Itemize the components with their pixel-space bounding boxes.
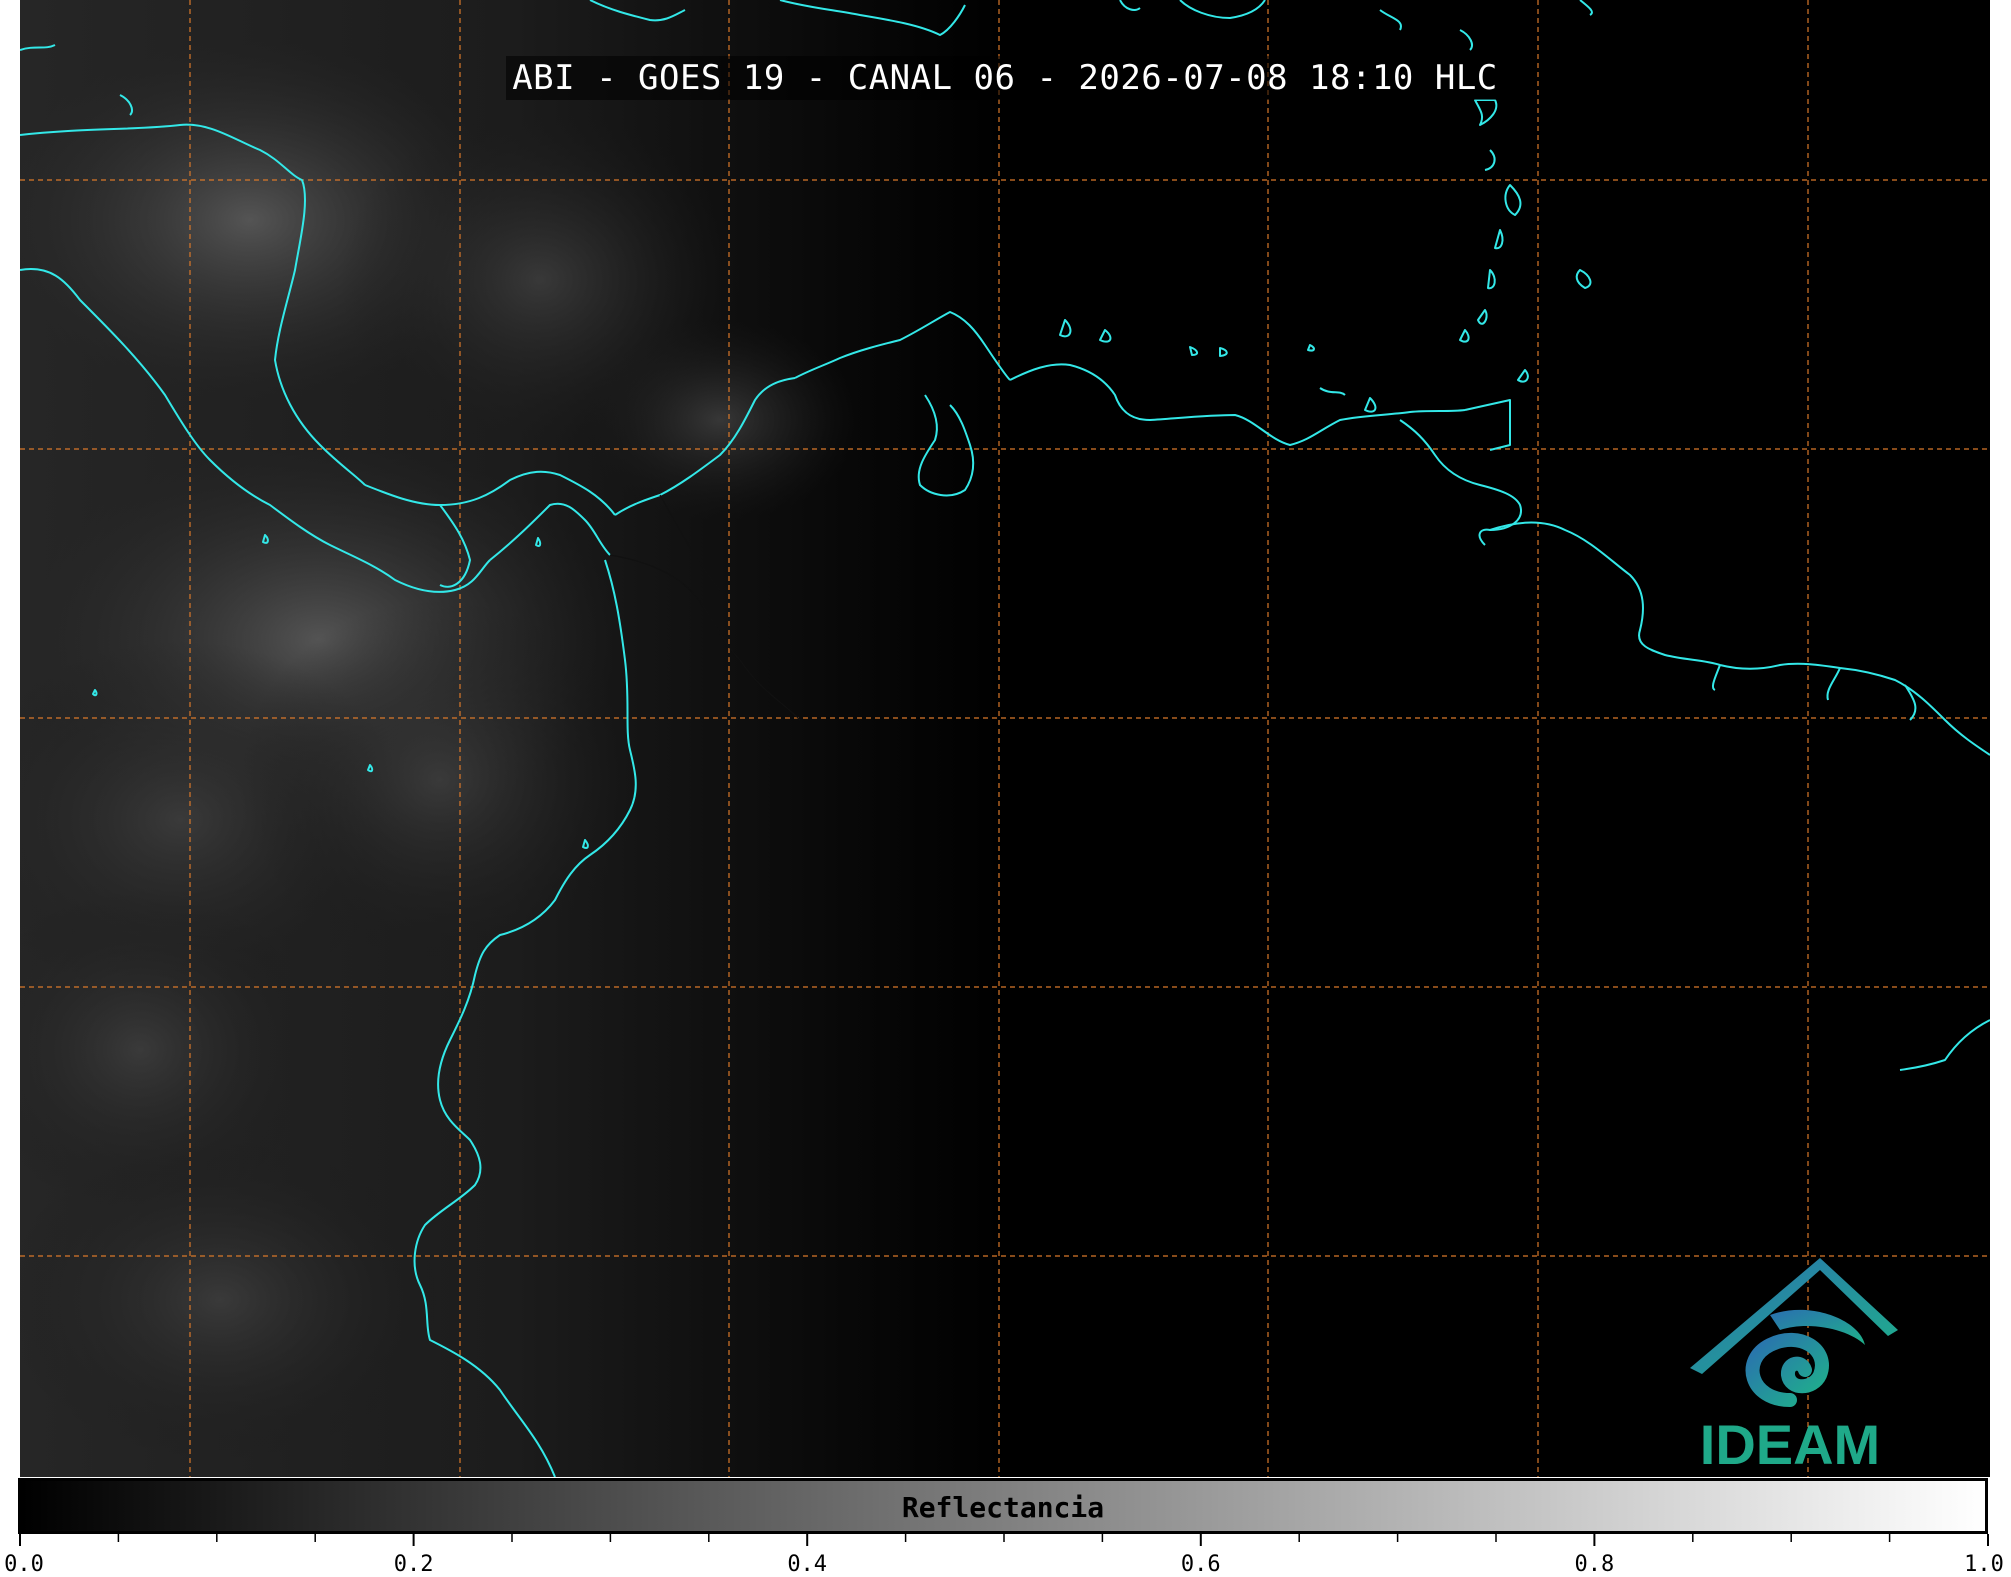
tick-label: 1.0 <box>1964 1552 2004 1577</box>
ideam-logo: IDEAM <box>1670 1250 1910 1476</box>
colorbar-label: Reflectancia <box>901 1491 1105 1524</box>
tick-label: 0.6 <box>1180 1552 1221 1577</box>
image-title: ABI - GOES 19 - CANAL 06 - 2026-07-08 18… <box>20 56 1990 100</box>
satellite-image: ABI - GOES 19 - CANAL 06 - 2026-07-08 18… <box>20 0 1990 1477</box>
tick-label: 0.4 <box>787 1552 828 1577</box>
tick-label: 0.2 <box>393 1552 434 1577</box>
tick-label: 0.0 <box>4 1552 44 1577</box>
title-text: ABI - GOES 19 - CANAL 06 - 2026-07-08 18… <box>506 56 1504 100</box>
colorbar-ticks <box>19 1534 1989 1546</box>
ideam-spiral-mountain-icon <box>1690 1258 1898 1407</box>
colorbar: Reflectancia <box>18 1478 1988 1534</box>
tick-label: 0.8 <box>1574 1552 1615 1577</box>
logo-text: IDEAM <box>1699 1413 1881 1476</box>
